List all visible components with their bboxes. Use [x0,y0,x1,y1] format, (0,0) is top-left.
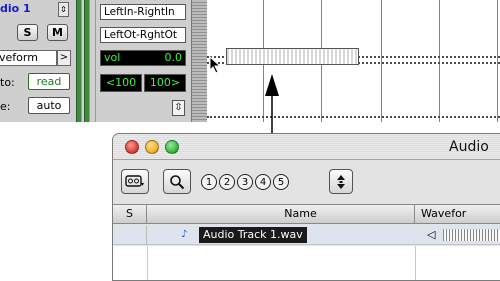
table-row[interactable]: ♪ Audio Track 1.wav ◁ [113,225,500,245]
voice-label: e: [0,100,11,113]
audio-regions-window: Audio 1 2 3 4 5 S Name Wavefor ♪ Audio T… [112,133,500,281]
magnifier-icon [170,175,185,190]
window-title: Audio [449,139,489,155]
group-5-button[interactable]: 5 [273,174,289,190]
output-window-button[interactable]: ⇳ [172,100,185,116]
column-header-s[interactable]: S [113,205,147,223]
splitter-handle[interactable] [191,0,207,122]
pan-right-display[interactable]: 100> [144,74,186,92]
region-options-button[interactable] [121,169,149,194]
region-drop-outline [226,48,359,65]
timeline[interactable] [207,0,500,122]
column-headers: S Name Wavefor [113,204,500,224]
close-button[interactable] [125,140,139,154]
updown-icon [337,175,345,189]
track-divider [207,116,500,118]
region-icon: ♪ [181,229,188,240]
view-selector-arrow[interactable]: > [57,50,71,66]
group-3-button[interactable]: 3 [237,174,253,190]
column-divider [415,246,416,280]
region-name[interactable]: Audio Track 1.wav [199,227,307,243]
level-meter-left [76,0,82,122]
track-strip: dio 1 ⇕ S M veform > to: read e: auto [0,0,96,122]
volume-value: 0.0 [164,51,183,64]
search-button[interactable] [163,169,191,194]
window-titlebar[interactable]: Audio [113,134,500,160]
column-divider [147,246,148,280]
window-toolbar: 1 2 3 4 5 [113,161,500,201]
group-1-button[interactable]: 1 [201,174,217,190]
grid-line [497,0,498,122]
tape-icon [125,175,144,187]
track-view-selector[interactable]: veform [0,50,57,66]
automation-mode-button[interactable]: read [28,73,70,90]
updown-button[interactable] [329,169,353,194]
column-header-name[interactable]: Name [147,205,415,223]
input-selector[interactable]: LeftIn-RightIn [100,4,186,20]
volume-label: vol [104,51,121,64]
group-4-button[interactable]: 4 [255,174,271,190]
output-selector[interactable]: LeftOt-RghtOt [100,27,186,43]
pointer-icon [209,56,222,74]
voice-mode-button[interactable]: auto [28,97,70,114]
row-s-cell [113,225,147,245]
column-header-waveform[interactable]: Wavefor [415,205,500,223]
zoom-button[interactable] [165,140,179,154]
pan-left-display[interactable]: <100 [100,74,142,92]
speaker-icon: ◁ [427,228,436,241]
grid-line [439,0,440,122]
regions-list-empty-area[interactable] [113,246,500,280]
track-menu-arrow-icon[interactable]: ⇕ [58,2,69,17]
solo-button[interactable]: S [17,24,38,41]
volume-display[interactable]: vol 0.0 [100,50,186,66]
track-name[interactable]: dio 1 [0,2,31,16]
group-2-button[interactable]: 2 [219,174,235,190]
grid-line [381,0,382,122]
minimize-button[interactable] [145,140,159,154]
automation-label: to: [0,76,15,89]
level-meter-right [84,0,90,122]
mute-button[interactable]: M [47,24,68,41]
waveform-preview [443,229,500,241]
